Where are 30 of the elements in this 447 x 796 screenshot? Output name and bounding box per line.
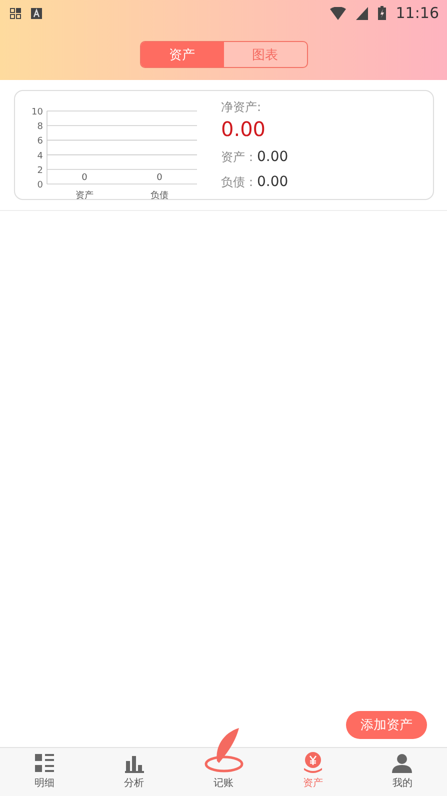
bar-chart-icon bbox=[124, 754, 144, 773]
list-icon bbox=[35, 754, 54, 773]
battery-icon bbox=[378, 6, 386, 20]
bar-value-label: 0 bbox=[156, 173, 162, 183]
axis-tick-label: 0 bbox=[37, 180, 43, 190]
axis-tick-label: 10 bbox=[32, 108, 43, 118]
wifi-icon bbox=[330, 6, 346, 20]
axis-tick-label: 2 bbox=[37, 166, 43, 176]
net-assets-label: 净资产: bbox=[221, 99, 262, 116]
summary-label: 负债： bbox=[221, 174, 257, 191]
keyboard-icon bbox=[31, 8, 42, 18]
nav-item[interactable]: 分析 bbox=[89, 748, 179, 796]
axis-tick-label: 4 bbox=[37, 151, 43, 162]
bar-value-label: 0 bbox=[82, 173, 88, 183]
axis-tick-label: 6 bbox=[37, 136, 43, 147]
app-grid-icon bbox=[10, 8, 21, 18]
axis-tick-label: 8 bbox=[37, 122, 43, 132]
person-icon bbox=[392, 753, 412, 773]
summary-value: 0.00 bbox=[257, 174, 288, 190]
nav-item[interactable]: 明细 bbox=[0, 748, 90, 796]
feather-icon bbox=[202, 727, 245, 773]
signal-icon bbox=[356, 6, 368, 20]
nav-item[interactable]: 我的 bbox=[358, 748, 447, 796]
summary-value: 0.00 bbox=[257, 149, 288, 165]
clock-time: 11:16 bbox=[396, 4, 439, 22]
money-hand-icon bbox=[302, 751, 324, 773]
summary-label: 资产： bbox=[221, 149, 257, 166]
category-label: 资产 bbox=[76, 191, 94, 199]
nav-item[interactable]: 记账 bbox=[178, 727, 268, 796]
net-assets-value: 0.00 bbox=[221, 117, 267, 141]
